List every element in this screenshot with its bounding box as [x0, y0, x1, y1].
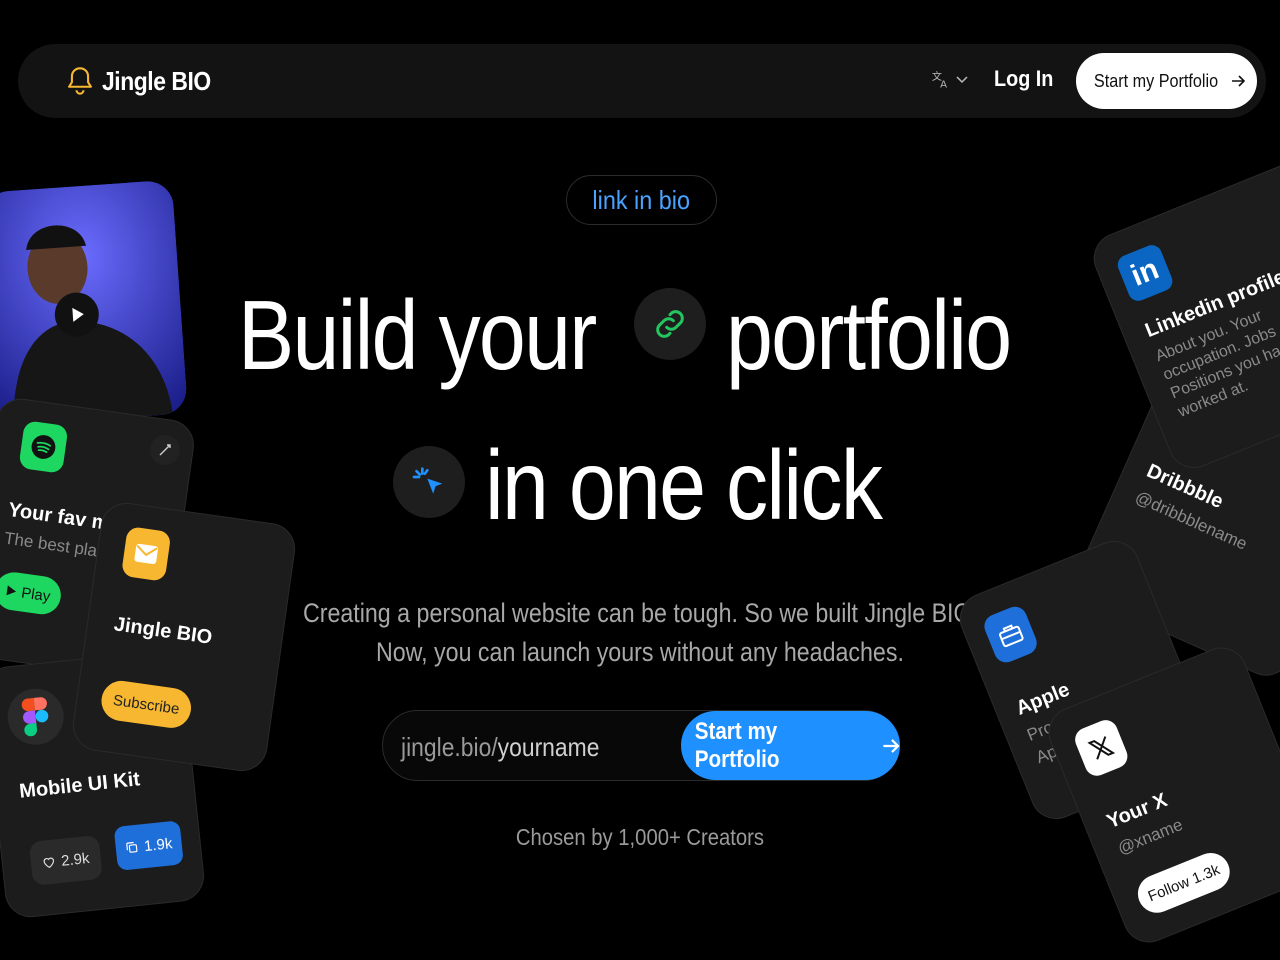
jingle-subscribe-card[interactable]: Jingle BIO Subscribe	[69, 499, 299, 775]
follow-button[interactable]: Follow 1.3k	[1132, 847, 1236, 919]
play-label: Play	[20, 583, 52, 605]
heading-text-portfolio: portfolio	[726, 280, 1012, 390]
svg-text:A: A	[940, 79, 947, 90]
heading-text-in-one-click: in one click	[485, 430, 883, 540]
linkedin-card[interactable]: in Linkedin profile About you. Your occu…	[1085, 154, 1280, 476]
brand-name: Jingle BIO	[102, 65, 211, 96]
username-placeholder: yourname	[497, 732, 600, 762]
url-prefix: jingle.bio/	[401, 732, 498, 762]
chosen-label: Chosen by 1,000+ Creators	[515, 824, 765, 850]
like-count-chip[interactable]: 2.9k	[28, 834, 103, 886]
copy-count: 1.9k	[143, 834, 174, 855]
bell-icon	[68, 67, 92, 95]
linkedin-icon: in	[1114, 242, 1176, 304]
play-button[interactable]: Play	[0, 569, 64, 617]
copy-count-chip[interactable]: 1.9k	[113, 820, 184, 871]
subtitle-text-2: Now, you can launch yours without any he…	[376, 637, 904, 667]
brand-logo[interactable]: Jingle BIO	[66, 64, 226, 98]
heading-text-build-your: Build your	[238, 280, 597, 390]
spotify-icon	[18, 420, 69, 474]
briefcase-icon	[980, 603, 1041, 666]
chevron-down-icon	[956, 76, 968, 84]
mail-icon	[120, 526, 172, 582]
copy-icon	[126, 841, 138, 853]
link-icon	[634, 288, 706, 360]
follow-label: Follow 1.3k	[1145, 860, 1223, 905]
x-icon	[1071, 716, 1132, 780]
username-input[interactable]: jingle.bio/yourname	[401, 732, 599, 763]
arrow-right-icon	[1231, 75, 1245, 87]
username-claim-field: jingle.bio/yourname Start my Portfolio	[382, 710, 900, 781]
start-portfolio-nav-button[interactable]: Start my Portfolio	[1076, 53, 1257, 109]
login-link[interactable]: Log In	[994, 66, 1053, 92]
subscribe-button[interactable]: Subscribe	[98, 678, 194, 731]
link-in-bio-badge: link in bio	[566, 175, 717, 225]
figma-icon	[4, 685, 67, 748]
translate-icon: 文 A	[932, 70, 947, 90]
arrow-right-icon	[883, 738, 900, 753]
top-nav: Jingle BIO 文 A Log In Start my Portfolio	[18, 44, 1266, 118]
music-video-card[interactable]	[0, 179, 188, 427]
cta-label: Start my Portfolio	[694, 717, 780, 773]
play-icon	[6, 585, 17, 596]
magic-icon[interactable]	[150, 435, 180, 465]
jingle-card-title: Jingle BIO	[112, 613, 214, 649]
cursor-click-icon	[393, 446, 465, 518]
subtitle-text-1: Creating a personal website can be tough…	[302, 598, 978, 628]
subscribe-label: Subscribe	[112, 691, 181, 718]
language-selector[interactable]: 文 A	[930, 68, 970, 90]
start-portfolio-nav-label: Start my Portfolio	[1094, 70, 1219, 91]
figma-title: Mobile UI Kit	[18, 768, 142, 803]
start-portfolio-cta-button[interactable]: Start my Portfolio	[681, 711, 900, 780]
badge-label: link in bio	[592, 184, 691, 215]
like-count: 2.9k	[60, 849, 91, 870]
heart-icon	[43, 857, 55, 869]
